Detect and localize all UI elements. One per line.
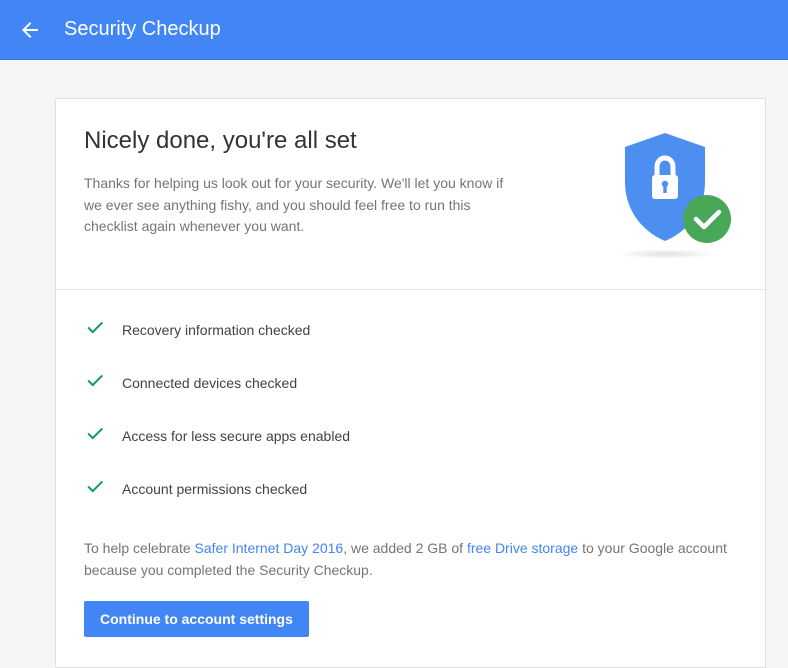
check-item: Connected devices checked [84,369,737,396]
card-title: Nicely done, you're all set [84,127,567,155]
footer-mid: , we added 2 GB of [343,540,467,556]
page-title: Security Checkup [64,18,221,41]
checkmark-icon [84,475,106,502]
check-label: Recovery information checked [122,322,310,338]
app-header: Security Checkup [0,0,788,60]
check-label: Connected devices checked [122,375,297,391]
check-label: Access for less secure apps enabled [122,428,350,444]
check-item: Account permissions checked [84,475,737,502]
checkmark-icon [84,369,106,396]
check-item: Access for less secure apps enabled [84,422,737,449]
checkmark-icon [84,316,106,343]
shield-badge-illustration [607,127,737,257]
security-card: Nicely done, you're all set Thanks for h… [55,98,766,668]
shield-shadow [617,249,717,259]
checkmark-icon [84,422,106,449]
content-area: Nicely done, you're all set Thanks for h… [0,60,788,668]
button-row: Continue to account settings [56,601,765,667]
check-item: Recovery information checked [84,316,737,343]
check-label: Account permissions checked [122,481,307,497]
free-drive-storage-link[interactable]: free Drive storage [467,540,578,556]
safer-internet-day-link[interactable]: Safer Internet Day 2016 [195,540,344,556]
back-arrow-icon[interactable] [18,18,42,42]
card-header-section: Nicely done, you're all set Thanks for h… [56,99,765,290]
card-header-text: Nicely done, you're all set Thanks for h… [84,127,607,257]
checklist: Recovery information checked Connected d… [56,290,765,538]
footer-text: To help celebrate Safer Internet Day 201… [56,538,765,601]
continue-button[interactable]: Continue to account settings [84,601,309,637]
card-description: Thanks for helping us look out for your … [84,173,504,238]
footer-prefix: To help celebrate [84,540,195,556]
